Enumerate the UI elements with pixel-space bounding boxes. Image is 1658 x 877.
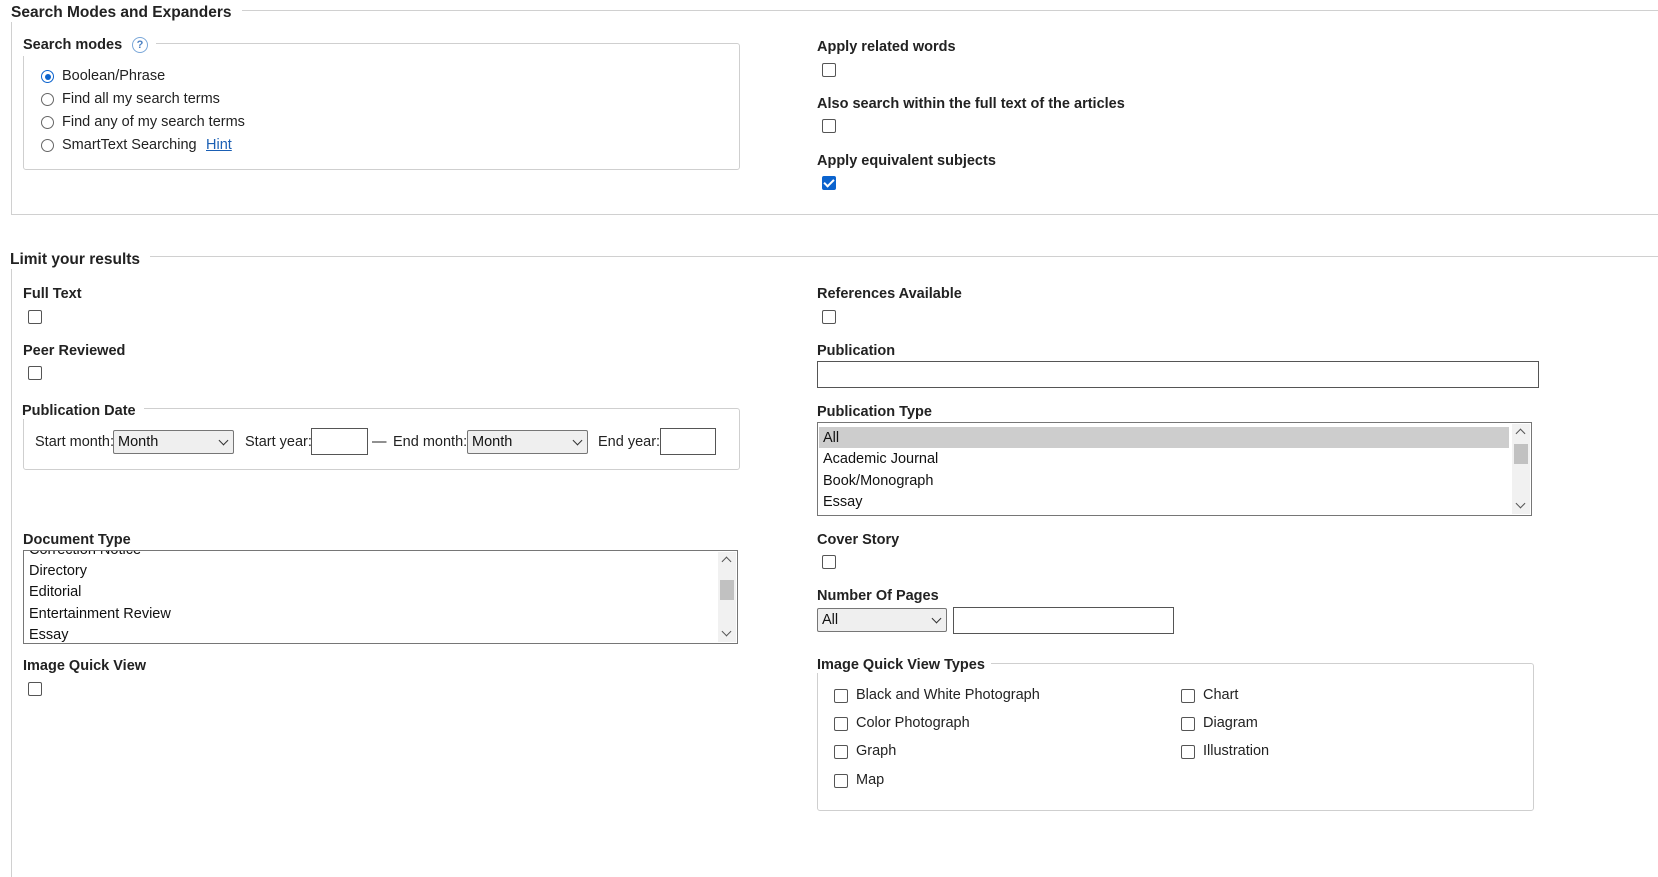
references-available-checkbox[interactable] <box>822 310 836 324</box>
end-month-value: Month <box>472 434 513 450</box>
radio-boolean-phrase[interactable] <box>41 70 54 83</box>
hint-link[interactable]: Hint <box>206 137 232 153</box>
publication-type-option[interactable]: Academic Journal <box>823 451 938 467</box>
illustration-label: Illustration <box>1203 743 1270 759</box>
map-checkbox[interactable] <box>834 774 848 788</box>
illustration-checkbox[interactable] <box>1181 745 1195 759</box>
peer-reviewed-label: Peer Reviewed <box>23 343 126 359</box>
cover-story-checkbox[interactable] <box>822 555 836 569</box>
scrollbar[interactable] <box>718 552 736 642</box>
search-modes-label: Search modes <box>23 37 123 53</box>
chart-label: Chart <box>1203 687 1239 703</box>
full-text-checkbox[interactable] <box>28 310 42 324</box>
selected-option-highlight <box>819 427 1509 448</box>
document-type-listbox[interactable]: Correction Notice Directory Editorial En… <box>23 550 738 644</box>
black-white-photo-label: Black and White Photograph <box>856 687 1040 703</box>
chart-checkbox[interactable] <box>1181 689 1195 703</box>
section-border-bottom <box>11 214 1658 215</box>
section-divider <box>11 256 1658 257</box>
diagram-label: Diagram <box>1203 715 1258 731</box>
number-of-pages-input[interactable] <box>953 607 1174 634</box>
equivalent-subjects-label: Apply equivalent subjects <box>817 153 996 169</box>
scroll-up-icon[interactable] <box>721 556 732 567</box>
radio-label-smarttext: SmartText Searching <box>62 137 197 153</box>
publication-input[interactable] <box>817 361 1539 388</box>
end-month-select[interactable]: Month <box>467 430 588 454</box>
full-text-search-checkbox[interactable] <box>822 119 836 133</box>
color-photo-checkbox[interactable] <box>834 717 848 731</box>
section-border-left <box>11 256 12 877</box>
search-modes-legend: Search modes ? <box>20 36 157 56</box>
black-white-photo-checkbox[interactable] <box>834 689 848 703</box>
cover-story-label: Cover Story <box>817 532 900 548</box>
peer-reviewed-checkbox[interactable] <box>28 366 42 380</box>
map-label: Map <box>856 772 885 788</box>
radio-smarttext[interactable] <box>41 139 54 152</box>
document-type-option[interactable]: Correction Notice <box>29 551 141 558</box>
chevron-down-icon <box>931 613 942 624</box>
number-of-pages-label: Number Of Pages <box>817 588 939 604</box>
graph-label: Graph <box>856 743 897 759</box>
start-month-value: Month <box>118 434 159 450</box>
full-text-search-label: Also search within the full text of the … <box>817 96 1125 112</box>
section-border-left <box>11 10 12 215</box>
scrollbar[interactable] <box>1512 424 1530 514</box>
image-quick-view-label: Image Quick View <box>23 658 147 674</box>
document-type-option[interactable]: Editorial <box>29 584 81 600</box>
image-quick-view-checkbox[interactable] <box>28 682 42 696</box>
scrollbar-thumb[interactable] <box>1514 444 1528 464</box>
start-month-label: Start month: <box>35 434 114 450</box>
search-modes-section-title: Search Modes and Expanders <box>11 4 242 22</box>
start-year-label: Start year: <box>245 434 312 450</box>
radio-find-any-terms[interactable] <box>41 116 54 129</box>
color-photo-label: Color Photograph <box>856 715 970 731</box>
apply-related-words-checkbox[interactable] <box>822 63 836 77</box>
publication-type-option[interactable]: Essay <box>823 494 863 510</box>
start-month-select[interactable]: Month <box>113 430 234 454</box>
document-type-option[interactable]: Directory <box>29 563 87 579</box>
scroll-down-icon[interactable] <box>1515 498 1526 509</box>
limit-results-section-title: Limit your results <box>10 251 151 269</box>
end-year-label: End year: <box>598 434 661 450</box>
equivalent-subjects-checkbox[interactable] <box>822 176 836 190</box>
publication-type-label: Publication Type <box>817 404 932 420</box>
graph-checkbox[interactable] <box>834 745 848 759</box>
document-type-label: Document Type <box>23 532 135 548</box>
chevron-down-icon <box>572 435 583 446</box>
chevron-down-icon <box>218 435 229 446</box>
full-text-label: Full Text <box>23 286 82 302</box>
publication-date-label: Publication Date <box>20 403 144 419</box>
help-icon[interactable]: ? <box>132 37 149 53</box>
radio-find-all-terms[interactable] <box>41 93 54 106</box>
radio-label-boolean-phrase: Boolean/Phrase <box>62 68 166 84</box>
date-range-separator: — <box>372 434 387 450</box>
scrollbar-thumb[interactable] <box>720 580 734 600</box>
number-of-pages-select[interactable]: All <box>817 608 947 632</box>
document-type-option[interactable]: Essay <box>29 627 69 643</box>
end-month-label: End month: <box>393 434 468 450</box>
radio-label-find-any-terms: Find any of my search terms <box>62 114 245 130</box>
publication-type-option[interactable]: All <box>823 430 839 446</box>
publication-type-listbox[interactable]: All Academic Journal Book/Monograph Essa… <box>817 422 1532 516</box>
apply-related-words-label: Apply related words <box>817 39 956 55</box>
image-quick-view-types-fieldset <box>817 663 1534 811</box>
number-of-pages-value: All <box>822 612 839 628</box>
image-quick-view-types-label: Image Quick View Types <box>816 657 991 673</box>
references-available-label: References Available <box>817 286 962 302</box>
start-year-input[interactable] <box>311 428 368 455</box>
scroll-up-icon[interactable] <box>1515 428 1526 439</box>
publication-label: Publication <box>817 343 896 359</box>
diagram-checkbox[interactable] <box>1181 717 1195 731</box>
scroll-down-icon[interactable] <box>721 626 732 637</box>
radio-label-find-all-terms: Find all my search terms <box>62 91 220 107</box>
end-year-input[interactable] <box>660 428 716 455</box>
publication-type-option[interactable]: Book/Monograph <box>823 473 933 489</box>
document-type-option[interactable]: Entertainment Review <box>29 606 171 622</box>
section-divider <box>11 10 1658 11</box>
